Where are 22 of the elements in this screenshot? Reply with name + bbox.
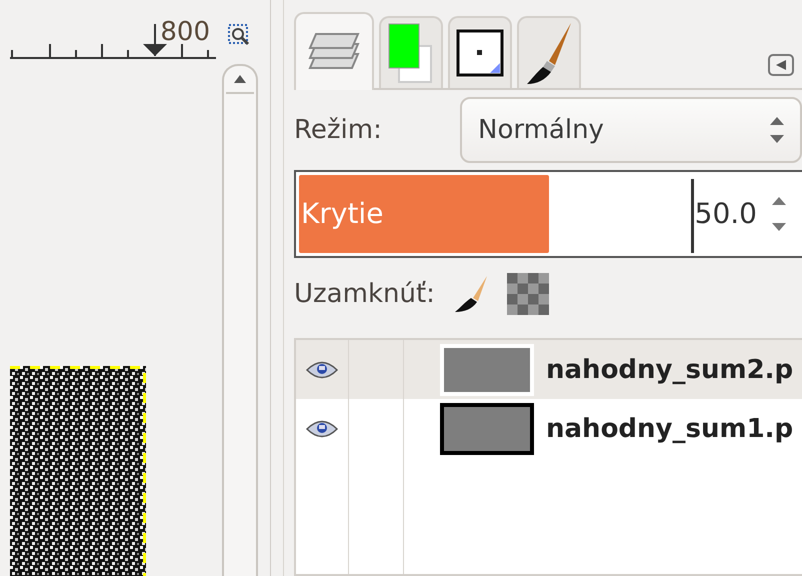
layer-name: nahodny_sum2.p [546, 354, 794, 384]
collapse-button[interactable] [768, 54, 794, 76]
left-arrow-icon [776, 60, 786, 70]
eye-icon[interactable] [306, 420, 338, 438]
up-arrow-icon[interactable] [234, 75, 246, 83]
mode-select[interactable]: Normálny [460, 97, 802, 163]
ruler-label: 800 [160, 16, 210, 48]
mode-label: Režim: [294, 115, 382, 145]
checkerboard-icon[interactable] [506, 273, 549, 315]
opacity-label: Krytie [301, 197, 384, 230]
lock-label: Uzamknúť: [294, 279, 435, 309]
scrollbar[interactable] [222, 64, 258, 576]
opacity-slider[interactable]: Krytie 50.0 [294, 170, 802, 258]
brush-shape-icon [456, 29, 504, 77]
opacity-value: 50.0 [694, 197, 757, 230]
layer-row[interactable]: nahodny_sum2.p [296, 340, 802, 399]
zoom-icon[interactable] [228, 24, 250, 46]
spin-arrows-icon [770, 117, 784, 143]
tab[interactable] [517, 16, 581, 88]
layer-name: nahodny_sum1.p [546, 414, 794, 444]
eye-icon[interactable] [306, 360, 338, 378]
tab[interactable] [448, 16, 512, 88]
